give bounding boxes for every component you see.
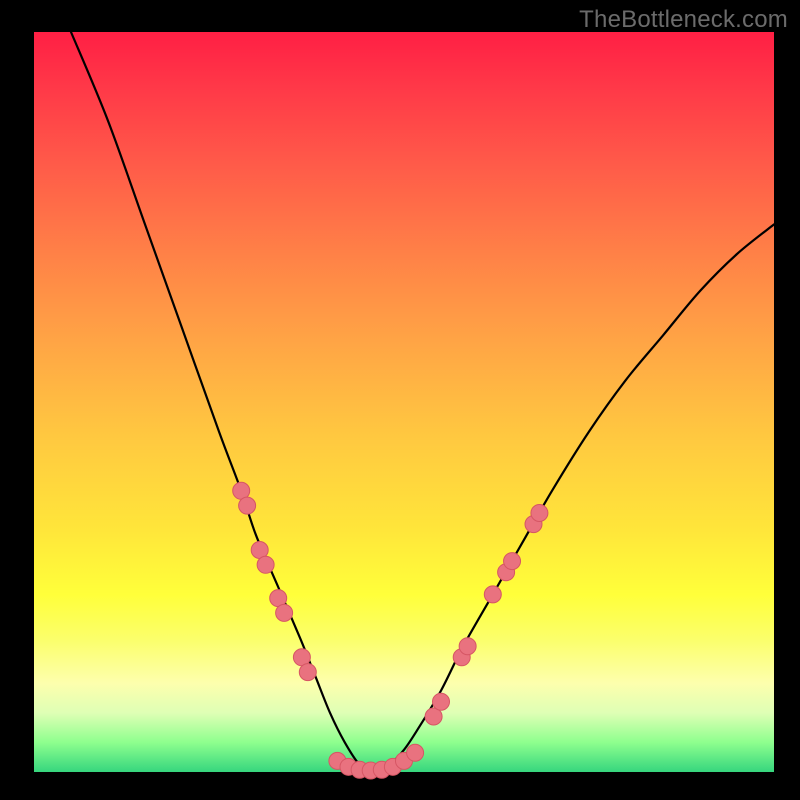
- plot-area: [34, 32, 774, 772]
- curve-layer: [34, 32, 774, 772]
- marker-dot: [276, 604, 293, 621]
- marker-dot: [459, 638, 476, 655]
- marker-dot: [504, 553, 521, 570]
- watermark-text: TheBottleneck.com: [579, 6, 788, 34]
- marker-dot: [484, 586, 501, 603]
- marker-dot: [433, 693, 450, 710]
- marker-dots: [233, 482, 548, 779]
- chart-frame: TheBottleneck.com: [0, 0, 800, 800]
- marker-dot: [257, 556, 274, 573]
- marker-dot: [239, 497, 256, 514]
- marker-dot: [299, 664, 316, 681]
- bottleneck-curve: [71, 32, 774, 772]
- marker-dot: [531, 505, 548, 522]
- marker-dot: [407, 744, 424, 761]
